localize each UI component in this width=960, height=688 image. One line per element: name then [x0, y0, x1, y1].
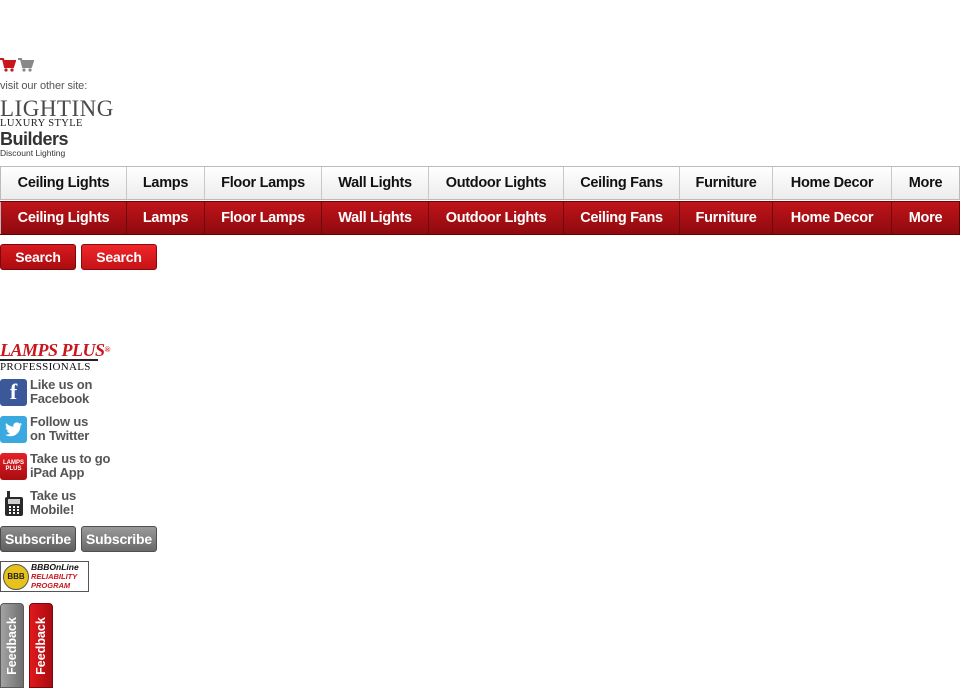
twitter-line1: Follow us	[30, 414, 89, 429]
feedback-tab-hover[interactable]: Feedback	[29, 603, 53, 688]
search-button[interactable]: Search	[0, 244, 76, 270]
feedback-label: Feedback	[34, 616, 49, 675]
phone-icon	[0, 489, 27, 517]
nav-item-ceiling-fans[interactable]: Ceiling Fans	[563, 202, 679, 234]
ipad-app-link[interactable]: LAMPS PLUS Take us to go iPad App	[0, 452, 110, 480]
ipad-line1: Take us to go	[30, 451, 111, 466]
nav-item-lamps[interactable]: Lamps	[126, 167, 204, 199]
search-button-hover[interactable]: Search	[81, 244, 157, 270]
nav-item-home-decor[interactable]: Home Decor	[772, 202, 891, 234]
nav-item-ceiling-lights[interactable]: Ceiling Lights	[0, 167, 126, 199]
feedback-label: Feedback	[5, 616, 20, 675]
nav-item-wall-lights[interactable]: Wall Lights	[321, 202, 428, 234]
lamps-plus-logo-text: LAMPS PLUS	[0, 340, 105, 360]
nav-item-outdoor-lights[interactable]: Outdoor Lights	[428, 202, 563, 234]
subscribe-button[interactable]: Subscribe	[0, 526, 76, 552]
cart-icon[interactable]	[0, 58, 16, 72]
luxury-logo-line1: LIGHTING	[0, 96, 114, 121]
ipad-line2: iPad App	[30, 465, 85, 480]
facebook-line2: Facebook	[30, 391, 90, 406]
builders-logo-line2: Discount Lighting	[0, 148, 66, 158]
nav-item-wall-lights[interactable]: Wall Lights	[321, 167, 428, 199]
twitter-icon	[0, 415, 27, 443]
facebook-line1: Like us on	[30, 377, 93, 392]
nav-item-more[interactable]: More	[891, 167, 960, 199]
mobile-line1: Take us	[30, 488, 77, 503]
facebook-link[interactable]: f Like us on Facebook	[0, 378, 92, 406]
nav-item-more[interactable]: More	[891, 202, 960, 234]
bbb-line3: PROGRAM	[31, 581, 71, 590]
registered-mark: ®	[104, 345, 111, 354]
main-nav-gray: Ceiling Lights Lamps Floor Lamps Wall Li…	[0, 166, 960, 200]
ipad-app-icon: LAMPS PLUS	[0, 452, 27, 480]
twitter-link[interactable]: Follow us on Twitter	[0, 415, 89, 443]
lighting-luxury-style-logo[interactable]: LIGHTING LUXURY STYLE	[0, 96, 114, 129]
nav-item-lamps[interactable]: Lamps	[126, 202, 204, 234]
main-nav-red: Ceiling Lights Lamps Floor Lamps Wall Li…	[0, 201, 960, 235]
nav-item-home-decor[interactable]: Home Decor	[772, 167, 891, 199]
facebook-icon: f	[0, 378, 27, 406]
feedback-tab[interactable]: Feedback	[0, 603, 24, 688]
nav-item-ceiling-fans[interactable]: Ceiling Fans	[563, 167, 679, 199]
ipad-icon-text: LAMPS PLUS	[3, 460, 24, 472]
nav-item-furniture[interactable]: Furniture	[679, 202, 772, 234]
bbb-line2: RELIABILITY	[31, 572, 78, 581]
visit-other-site-label: visit our other site:	[0, 80, 88, 92]
professionals-text: PROFESSIONALS	[0, 361, 91, 373]
cart-icon[interactable]	[18, 58, 34, 72]
twitter-line2: on Twitter	[30, 428, 90, 443]
bbb-seal-icon: BBB	[3, 563, 29, 590]
nav-item-outdoor-lights[interactable]: Outdoor Lights	[428, 167, 563, 199]
subscribe-button-hover[interactable]: Subscribe	[81, 526, 157, 552]
lamps-plus-professionals-logo[interactable]: LAMPS PLUS® PROFESSIONALS	[0, 340, 111, 373]
builders-logo-line1: Builders	[0, 129, 69, 149]
bbb-line1: BBBOnLine	[31, 562, 79, 572]
nav-item-floor-lamps[interactable]: Floor Lamps	[204, 202, 321, 234]
mobile-line2: Mobile!	[30, 502, 75, 517]
bbb-reliability-badge[interactable]: BBB BBBOnLine RELIABILITY PROGRAM	[0, 561, 89, 592]
nav-item-furniture[interactable]: Furniture	[679, 167, 772, 199]
mobile-link[interactable]: Take us Mobile!	[0, 489, 76, 517]
nav-item-floor-lamps[interactable]: Floor Lamps	[204, 167, 321, 199]
builders-logo[interactable]: Builders Discount Lighting	[0, 129, 69, 158]
nav-item-ceiling-lights[interactable]: Ceiling Lights	[0, 202, 126, 234]
